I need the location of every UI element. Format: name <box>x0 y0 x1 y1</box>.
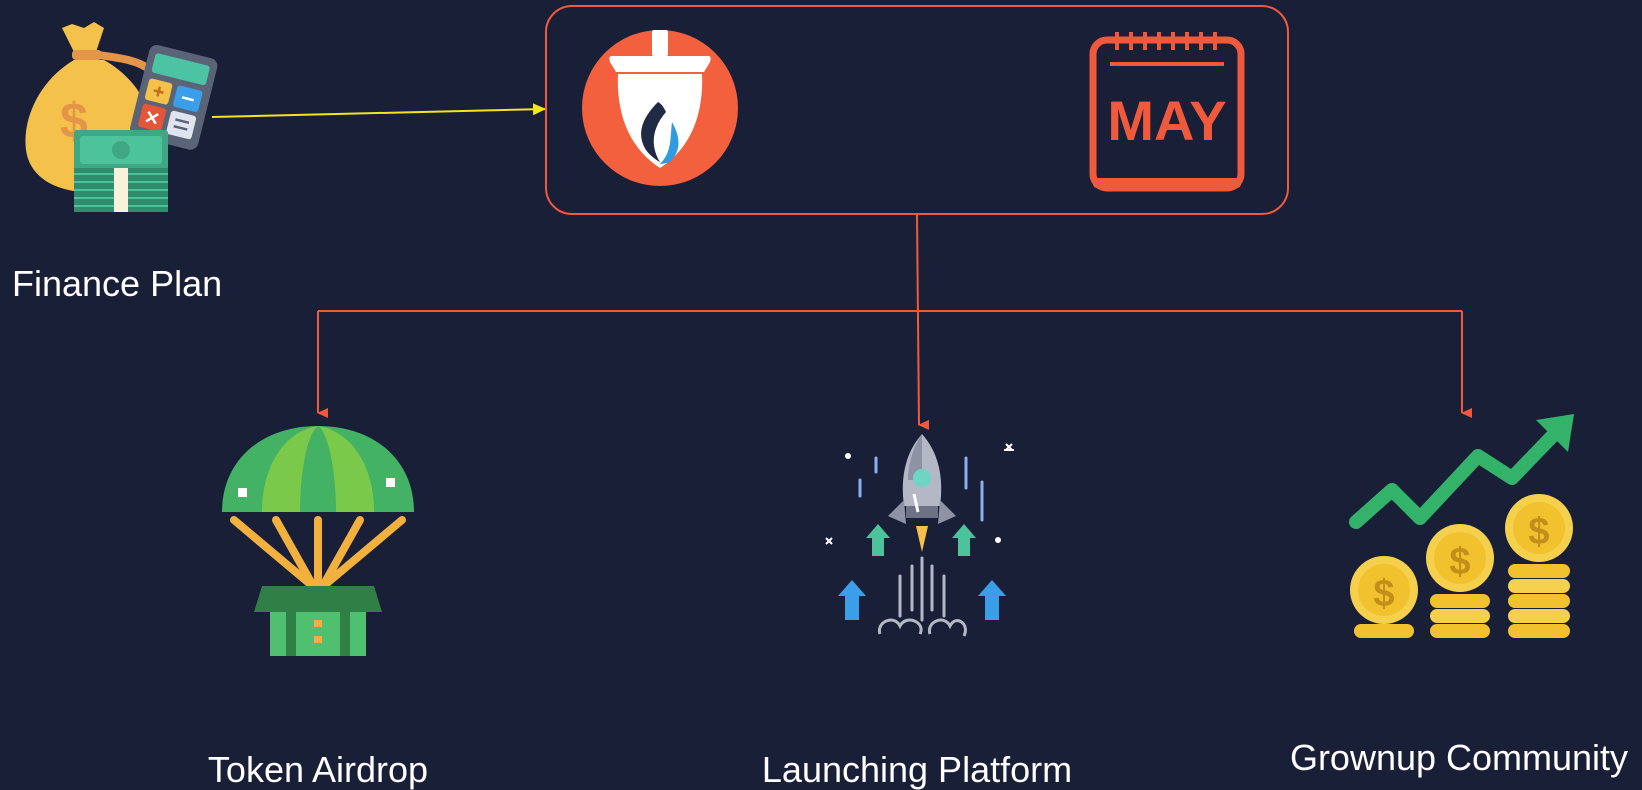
finance-plan-label: Finance Plan <box>12 263 223 304</box>
token-airdrop-label: Token Airdrop <box>207 749 429 790</box>
diagram-canvas: $ MAY $ $ $ Finance Plan Token Airdrop L… <box>0 0 1642 790</box>
grownup-community-label: Grownup Community <box>1289 737 1629 778</box>
svg-text:$: $ <box>1528 511 1549 553</box>
svg-text:$: $ <box>1373 573 1394 615</box>
launching-platform-label: Launching Platform <box>761 749 1073 790</box>
svg-text:$: $ <box>1449 541 1470 583</box>
coins-growth-icon: $ $ $ <box>1349 414 1574 638</box>
